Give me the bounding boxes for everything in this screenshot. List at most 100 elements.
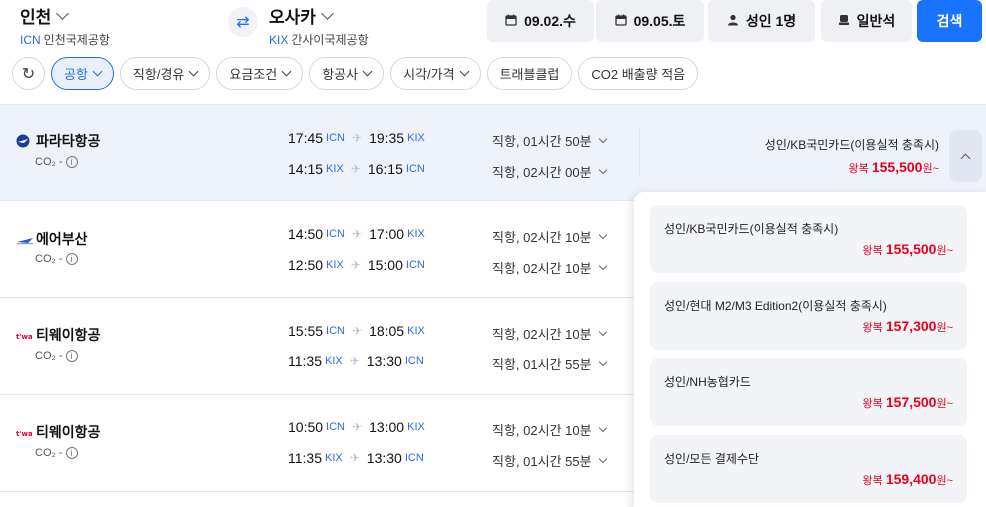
search-button[interactable]: 검색 — [917, 0, 982, 42]
filter-label: 항공사 — [322, 67, 359, 82]
price-condition: 성인/모든 결제수단 — [664, 452, 759, 466]
co2-label: CO₂ - — [35, 350, 63, 362]
price-value: 159,400 — [885, 471, 937, 487]
origin-code: ICN — [20, 33, 41, 47]
price-prefix: 왕복 — [862, 475, 883, 487]
price-option[interactable]: 성인/NH농협카드 왕복 157,500원~ — [650, 358, 967, 426]
plane-icon: ✈ — [350, 258, 361, 272]
price-summary[interactable]: 성인/KB국민카드(이용실적 충족시) 왕복 155,500원~ — [765, 136, 939, 176]
departure-time: 11:35 — [288, 450, 322, 466]
airport-code: KIX — [407, 132, 425, 144]
airport-code: ICN — [326, 325, 345, 337]
airport-code: KIX — [407, 228, 425, 240]
inbound-duration[interactable]: 직항, 01시간 55분 — [492, 451, 607, 470]
chevron-down-icon — [321, 6, 334, 20]
inbound-duration[interactable]: 직항, 02시간 10분 — [492, 258, 607, 277]
chevron-down-icon — [598, 423, 607, 432]
price-prefix: 왕복 — [862, 398, 883, 410]
air-busan-logo-icon — [16, 232, 33, 246]
duration-text: 직항, 02시간 10분 — [492, 423, 592, 438]
departure-time: 12:50 — [288, 257, 324, 273]
info-icon[interactable]: i — [65, 253, 78, 265]
outbound-duration[interactable]: 직항, 02시간 10분 — [492, 324, 607, 343]
filter-label: 시각/가격 — [403, 67, 455, 82]
chevron-down-icon — [362, 66, 373, 77]
flight-row[interactable]: 파라타항공 CO₂ -i 17:45 ICN ✈ 19:35 KIX 직항, 01시… — [0, 105, 986, 201]
origin-airport: 인천국제공항 — [43, 33, 110, 47]
arrival-time: 18:05 — [369, 323, 405, 339]
origin-selector[interactable]: 인천 ICN 인천국제공항 — [20, 3, 110, 48]
destination-selector[interactable]: 오사카 KIX 간사이국제공항 — [269, 3, 369, 48]
cabin-class-button[interactable]: 일반석 — [821, 0, 912, 42]
outbound-leg: 14:50 ICN ✈ 17:00 KIX — [288, 226, 425, 242]
filter-travel-club[interactable]: 트래블클럽 — [486, 57, 573, 90]
chevron-down-icon — [92, 66, 103, 77]
svg-text:t'way: t'way — [16, 333, 32, 341]
departure-time: 15:55 — [288, 323, 324, 339]
airline-name: 티웨이항공 — [36, 424, 101, 440]
divider — [639, 127, 640, 177]
plane-icon: ✈ — [352, 131, 363, 145]
swap-cities-button[interactable]: ⇄ — [228, 7, 258, 37]
search-header: 인천 ICN 인천국제공항 ⇄ 오사카 KIX 간사이국제공항 09.02.수 09… — [0, 0, 986, 50]
chevron-down-icon — [598, 454, 607, 463]
passengers-button[interactable]: 성인 1명 — [708, 0, 815, 42]
filter-low-co2[interactable]: CO2 배출량 적음 — [578, 57, 699, 90]
airport-code: KIX — [326, 259, 344, 271]
inbound-duration[interactable]: 직항, 01시간 55분 — [492, 354, 607, 373]
price-option[interactable]: 성인/모든 결제수단 왕복 159,400원~ — [650, 435, 967, 503]
arrival-time: 17:00 — [369, 226, 405, 242]
outbound-duration[interactable]: 직항, 02시간 10분 — [492, 420, 607, 439]
price-suffix: 원~ — [936, 398, 953, 410]
filter-airline[interactable]: 항공사 — [309, 57, 385, 90]
filter-fare-condition[interactable]: 요금조건 — [216, 57, 304, 90]
airline-name: 파라타항공 — [36, 133, 101, 149]
seat-icon — [838, 14, 850, 29]
price-options-panel: 성인/KB국민카드(이용실적 충족시) 왕복 155,500원~ 성인/현대 M… — [634, 192, 986, 507]
airport-code: ICN — [405, 259, 425, 271]
svg-text:t'way: t'way — [16, 430, 32, 438]
filter-airport[interactable]: 공항 — [51, 57, 114, 90]
filter-direct-transfer[interactable]: 직항/경유 — [119, 57, 211, 90]
inbound-leg: 11:35 KIX ✈ 13:30 ICN — [288, 450, 424, 466]
arrival-time: 13:30 — [366, 450, 402, 466]
co2-label: CO₂ - — [35, 447, 63, 459]
collapse-button[interactable] — [949, 130, 982, 182]
cabin-class: 일반석 — [856, 13, 896, 29]
co2-label: CO₂ - — [35, 253, 63, 265]
chevron-down-icon — [281, 66, 292, 77]
chevron-down-icon — [188, 66, 199, 77]
info-icon[interactable]: i — [65, 350, 78, 362]
swap-icon: ⇄ — [236, 14, 250, 31]
price-option[interactable]: 성인/현대 M2/M3 Edition2(이용실적 충족시) 왕복 157,30… — [650, 282, 967, 350]
inbound-leg: 12:50 KIX ✈ 15:00 ICN — [288, 257, 425, 273]
price-condition: 성인/KB국민카드(이용실적 충족시) — [764, 138, 939, 152]
price-value: 157,300 — [885, 318, 937, 334]
filter-time-price[interactable]: 시각/가격 — [390, 57, 481, 90]
plane-icon: ✈ — [352, 324, 363, 338]
outbound-duration[interactable]: 직항, 02시간 10분 — [492, 227, 607, 246]
info-icon[interactable]: i — [65, 156, 78, 168]
inbound-leg: 14:15 KIX ✈ 16:15 ICN — [288, 161, 425, 177]
duration-text: 직항, 02시간 10분 — [492, 327, 592, 342]
airport-code: KIX — [325, 452, 343, 464]
price-prefix: 왕복 — [862, 322, 883, 334]
airport-code: ICN — [326, 421, 345, 433]
filter-label: CO2 배출량 적음 — [591, 67, 686, 82]
depart-date-button[interactable]: 09.02.수 — [487, 0, 594, 42]
plane-icon: ✈ — [352, 227, 363, 241]
duration-text: 직항, 01시간 55분 — [492, 357, 592, 372]
price-option[interactable]: 성인/KB국민카드(이용실적 충족시) 왕복 155,500원~ — [650, 205, 967, 273]
destination-city: 오사카 — [269, 8, 316, 27]
outbound-duration[interactable]: 직항, 01시간 50분 — [492, 131, 607, 150]
return-date-button[interactable]: 09.05.토 — [596, 0, 704, 42]
inbound-duration[interactable]: 직항, 02시간 00분 — [492, 162, 607, 181]
chevron-down-icon — [598, 357, 607, 366]
parata-airline-logo-icon — [16, 134, 30, 148]
info-icon[interactable]: i — [65, 447, 78, 459]
airport-code: ICN — [404, 355, 424, 367]
refresh-button[interactable]: ↻ — [12, 57, 45, 90]
calendar-icon — [505, 14, 517, 29]
calendar-icon — [614, 14, 627, 29]
chevron-down-icon — [56, 6, 70, 20]
